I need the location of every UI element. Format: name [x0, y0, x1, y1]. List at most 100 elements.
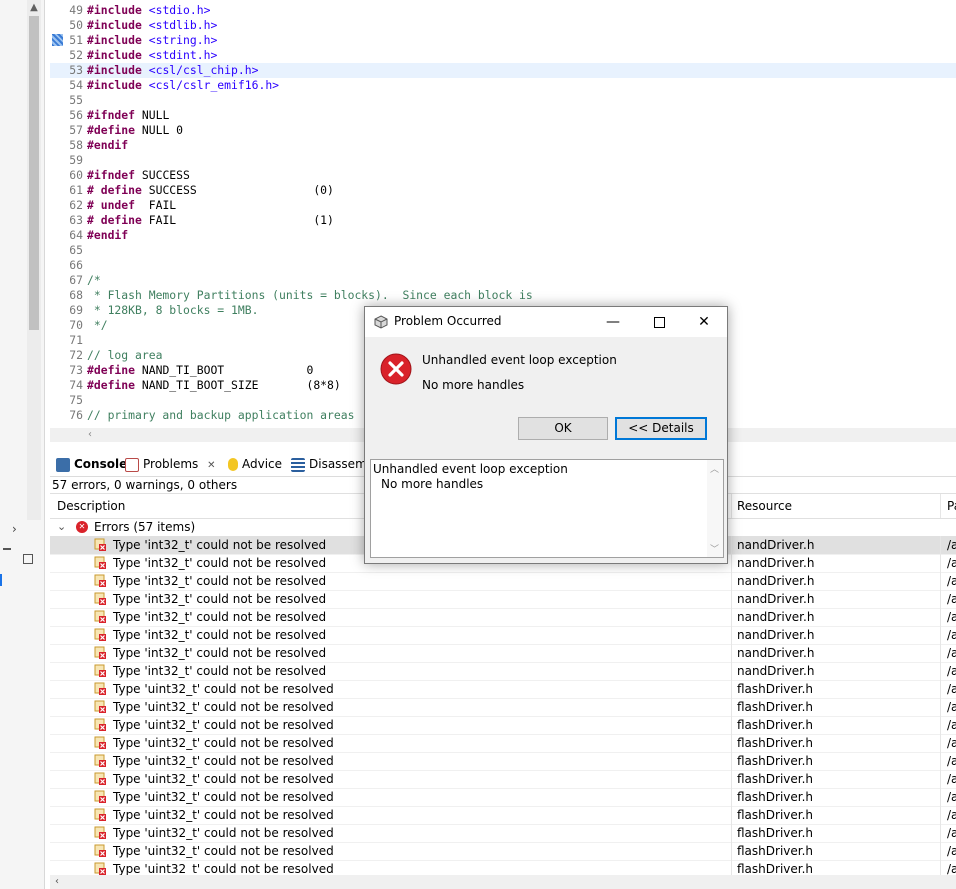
code-line[interactable]: 64 #endif [50, 228, 956, 243]
minimize-view-icon[interactable] [3, 548, 11, 550]
tab-disassembly[interactable]: Disassemb [291, 452, 374, 476]
code-line[interactable]: 67 /* [50, 273, 956, 288]
code-line[interactable]: 49 #include <stdio.h> [50, 3, 956, 18]
code-comment: * Flash Memory Partitions (units = block… [87, 288, 533, 302]
tab-console[interactable]: Console [56, 452, 127, 476]
code-token: FAIL [135, 198, 177, 212]
code-text: * 128KB, 8 blocks = 1MB. [87, 303, 259, 318]
table-row[interactable]: Type 'uint32_t' could not be resolved fla… [50, 788, 956, 807]
row-resource: flashDriver.h [737, 772, 814, 786]
c-error-marker-icon [94, 736, 106, 749]
chevron-down-icon[interactable]: ⌄ [57, 518, 66, 536]
chevron-right-icon[interactable]: › [12, 522, 17, 536]
code-line[interactable]: 54 #include <csl/cslr_emif16.h> [50, 78, 956, 93]
c-error-marker-icon [94, 646, 106, 659]
preprocessor-keyword: #include [87, 78, 142, 92]
table-row[interactable]: Type 'uint32_t' could not be resolved fla… [50, 806, 956, 825]
scroll-up-icon[interactable]: ︿ [710, 462, 719, 475]
line-number: 68 [69, 288, 83, 302]
table-row[interactable]: Type 'uint32_t' could not be resolved fla… [50, 680, 956, 699]
row-description: Type 'int32_t' could not be resolved [113, 592, 327, 606]
code-line[interactable]: 59 [50, 153, 956, 168]
code-line[interactable]: 58 #endif [50, 138, 956, 153]
row-path: /a [947, 592, 956, 606]
code-line[interactable]: 62 # undef FAIL [50, 198, 956, 213]
table-row[interactable]: Type 'uint32_t' could not be resolved fla… [50, 698, 956, 717]
table-row[interactable]: Type 'uint32_t' could not be resolved fla… [50, 770, 956, 789]
dialog-message: Unhandled event loop exception [422, 353, 617, 367]
code-line[interactable]: 57 #define NULL 0 [50, 123, 956, 138]
app-cube-icon [374, 315, 388, 329]
code-line[interactable]: 50 #include <stdlib.h> [50, 18, 956, 33]
code-text: // primary and backup application areas [87, 408, 354, 423]
column-path[interactable]: Pa [947, 494, 956, 518]
line-number: 57 [69, 123, 83, 137]
code-text: #include <stdint.h> [87, 48, 217, 63]
table-row[interactable]: Type 'uint32_t' could not be resolved fla… [50, 752, 956, 771]
tab-problems[interactable]: Problems ✕ [125, 452, 216, 476]
disassembly-icon [291, 457, 305, 472]
table-row[interactable]: Type 'uint32_t' could not be resolved fla… [50, 734, 956, 753]
scroll-up-icon[interactable]: ▲ [27, 2, 41, 14]
scroll-left-icon[interactable]: ‹ [55, 875, 59, 889]
table-row[interactable]: Type 'int32_t' could not be resolved nand… [50, 626, 956, 645]
minimize-icon[interactable]: — [602, 311, 624, 333]
table-row[interactable]: Type 'uint32_t' could not be resolved fla… [50, 716, 956, 735]
row-resource: nandDriver.h [737, 574, 815, 588]
code-line[interactable]: 68 * Flash Memory Partitions (units = bl… [50, 288, 956, 303]
code-text: # define FAIL (1) [87, 213, 334, 228]
close-icon[interactable]: ✕ [693, 311, 715, 333]
code-line[interactable]: 55 [50, 93, 956, 108]
left-panel-scroll-thumb[interactable] [29, 16, 39, 330]
table-row[interactable]: Type 'int32_t' could not be resolved nand… [50, 608, 956, 627]
code-line[interactable]: 61 # define SUCCESS (0) [50, 183, 956, 198]
table-row[interactable]: Type 'int32_t' could not be resolved nand… [50, 662, 956, 681]
code-line[interactable]: 66 [50, 258, 956, 273]
code-comment: /* [87, 273, 101, 287]
column-divider[interactable] [940, 494, 941, 518]
line-number: 67 [69, 273, 83, 287]
details-button[interactable]: << Details [615, 417, 707, 440]
line-number: 58 [69, 138, 83, 152]
column-divider[interactable] [731, 494, 732, 518]
column-description[interactable]: Description [57, 494, 125, 518]
preprocessor-keyword: #endif [87, 138, 129, 152]
column-divider [940, 536, 941, 875]
row-resource: nandDriver.h [737, 664, 815, 678]
c-error-marker-icon [94, 610, 106, 623]
row-path: /a [947, 628, 956, 642]
table-horizontal-scrollbar[interactable] [50, 875, 956, 889]
code-line[interactable]: 65 [50, 243, 956, 258]
table-row[interactable]: Type 'int32_t' could not be resolved nand… [50, 572, 956, 591]
row-resource: flashDriver.h [737, 700, 814, 714]
table-row[interactable]: Type 'int32_t' could not be resolved nand… [50, 644, 956, 663]
scroll-down-icon[interactable]: ﹀ [710, 542, 719, 555]
table-row[interactable]: Type 'int32_t' could not be resolved nand… [50, 590, 956, 609]
code-line[interactable]: 53 #include <csl/csl_chip.h> [50, 63, 956, 78]
dialog-title-bar[interactable]: Problem Occurred — ✕ [365, 307, 727, 337]
maximize-view-icon[interactable] [23, 554, 33, 564]
scroll-left-icon[interactable]: ‹ [88, 429, 92, 440]
code-token: NAND_TI_BOOT_SIZE (8*8) [135, 378, 341, 392]
code-comment: // log area [87, 348, 163, 362]
table-row[interactable]: Type 'uint32_t' could not be resolved fla… [50, 824, 956, 843]
code-line[interactable]: 60 #ifndef SUCCESS [50, 168, 956, 183]
details-scrollbar[interactable]: ︿ ﹀ [707, 460, 723, 557]
ok-button[interactable]: OK [518, 417, 608, 440]
code-comment: * 128KB, 8 blocks = 1MB. [87, 303, 259, 317]
preprocessor-keyword: # define [87, 213, 142, 227]
maximize-icon[interactable] [648, 311, 670, 333]
code-line[interactable]: 63 # define FAIL (1) [50, 213, 956, 228]
code-line[interactable]: 51 #include <string.h> [50, 33, 956, 48]
line-number: 59 [69, 153, 83, 167]
code-line[interactable]: 56 #ifndef NULL [50, 108, 956, 123]
tab-advice[interactable]: Advice [228, 452, 282, 476]
line-number: 52 [69, 48, 83, 62]
table-row[interactable]: Type 'uint32_t' could not be resolved fla… [50, 842, 956, 861]
code-line[interactable]: 52 #include <stdint.h> [50, 48, 956, 63]
close-tab-icon[interactable]: ✕ [207, 460, 215, 471]
column-resource[interactable]: Resource [737, 494, 792, 518]
details-textarea[interactable]: Unhandled event loop exception No more h… [370, 459, 724, 558]
row-description: Type 'uint32_t' could not be resolved [113, 718, 334, 732]
row-description: Type 'int32_t' could not be resolved [113, 610, 327, 624]
